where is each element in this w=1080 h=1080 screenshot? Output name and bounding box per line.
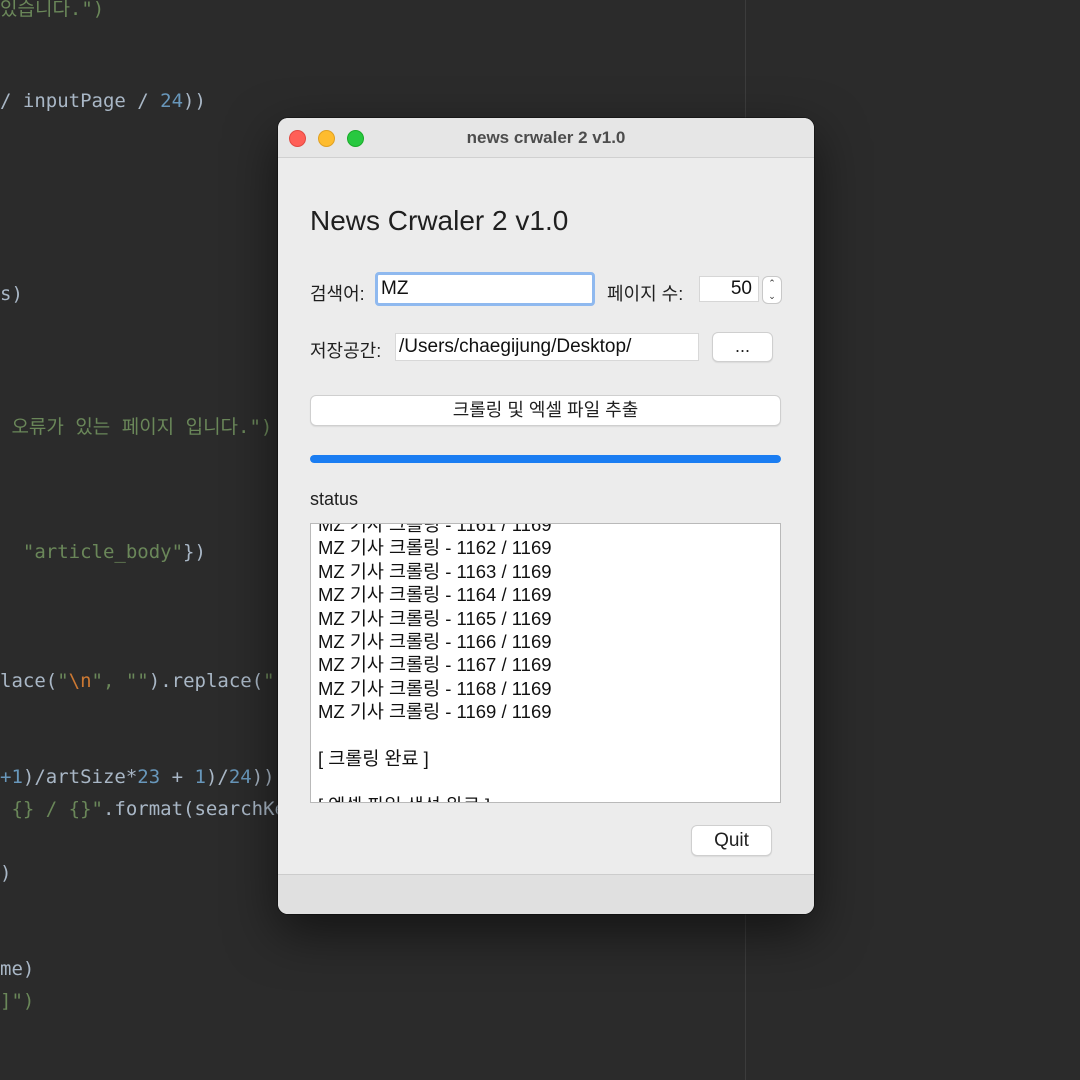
code-token: / inputPage / bbox=[0, 90, 161, 112]
search-input[interactable]: MZ bbox=[375, 272, 595, 306]
page-count-input[interactable]: 50 bbox=[699, 276, 759, 302]
code-token: \n bbox=[68, 670, 92, 692]
code-token: .format(searchKe bbox=[102, 798, 286, 820]
code-token: )) bbox=[183, 90, 206, 112]
code-token: 24 bbox=[160, 90, 184, 112]
code-token: {} / {}" bbox=[0, 798, 103, 820]
log-line: MZ 기사 크롤링 - 1167 / 1169 bbox=[318, 654, 552, 676]
path-label: 저장공간: bbox=[310, 341, 382, 361]
code-token: ", "" bbox=[91, 670, 149, 692]
code-line: s) bbox=[0, 283, 23, 305]
code-token: 24 bbox=[228, 766, 252, 788]
code-token: "article_body" bbox=[0, 541, 184, 563]
code-token: ) bbox=[0, 862, 12, 884]
quit-button[interactable]: Quit bbox=[691, 825, 772, 856]
code-token: lace( bbox=[0, 670, 58, 692]
chevron-down-icon[interactable]: ⌄ bbox=[763, 290, 781, 303]
app-heading: News Crwaler 2 v1.0 bbox=[310, 205, 569, 236]
log-line: MZ 기사 크롤링 - 1168 / 1169 bbox=[318, 677, 552, 699]
code-token: ]") bbox=[0, 990, 35, 1012]
code-token: }) bbox=[183, 541, 206, 563]
log-line: MZ 기사 크롤링 - 1162 / 1169 bbox=[318, 537, 552, 559]
code-token: me) bbox=[0, 958, 35, 980]
app-window: news crwaler 2 v1.0 News Crwaler 2 v1.0 … bbox=[278, 118, 814, 914]
code-token: )) bbox=[251, 766, 275, 788]
log-line: MZ 기사 크롤링 - 1166 / 1169 bbox=[318, 630, 552, 652]
code-token: " bbox=[57, 670, 69, 692]
code-line: ) bbox=[0, 862, 11, 884]
code-line: {} / {}".format(searchKe bbox=[0, 798, 286, 820]
pages-label: 페이지 수: bbox=[607, 284, 684, 304]
progress-bar bbox=[310, 455, 781, 463]
search-label: 검색어: bbox=[310, 284, 365, 304]
code-line: 오류가 있는 페이지 입니다.") bbox=[0, 412, 272, 439]
status-log-lines: MZ 기사 크롤링 - 1161 / 1169 MZ 기사 크롤링 - 1162 … bbox=[318, 523, 773, 802]
code-token: " bbox=[263, 670, 275, 692]
code-token: 있습니다.") bbox=[0, 0, 105, 20]
code-token: 23 bbox=[137, 766, 161, 788]
code-line: 있습니다.") bbox=[0, 0, 104, 21]
code-line: "article_body"}) bbox=[0, 541, 206, 563]
status-log[interactable]: MZ 기사 크롤링 - 1161 / 1169 MZ 기사 크롤링 - 1162 … bbox=[310, 523, 781, 803]
code-token: )/ bbox=[205, 766, 229, 788]
log-line: MZ 기사 크롤링 - 1165 / 1169 bbox=[318, 607, 552, 629]
code-line: me) bbox=[0, 958, 34, 980]
code-line: ]") bbox=[0, 990, 34, 1012]
code-token: 1 bbox=[194, 766, 206, 788]
window-bottom-bar bbox=[278, 874, 814, 914]
log-line: [ 크롤링 완료 ] bbox=[318, 747, 429, 769]
log-line: MZ 기사 크롤링 - 1161 / 1169 bbox=[318, 523, 552, 535]
page-count-stepper[interactable]: ⌃ ⌄ bbox=[762, 276, 782, 304]
log-line: MZ 기사 크롤링 - 1164 / 1169 bbox=[318, 584, 552, 606]
status-label: status bbox=[310, 489, 359, 509]
progress-fill bbox=[310, 455, 781, 463]
window-title: news crwaler 2 v1.0 bbox=[466, 128, 626, 147]
code-token: s) bbox=[0, 283, 23, 305]
code-token: + bbox=[160, 766, 195, 788]
title-bar[interactable]: news crwaler 2 v1.0 bbox=[278, 118, 814, 158]
log-line: [ 엑셀 파일 생성 완료 ] bbox=[318, 794, 773, 802]
code-line: lace("\n", "").replace(" bbox=[0, 670, 275, 692]
code-token: ).replace( bbox=[148, 670, 264, 692]
window-content: News Crwaler 2 v1.0 검색어: MZ 페이지 수: 50 ⌃ … bbox=[278, 159, 814, 873]
code-line: +1)/artSize*23 + 1)/24)) bbox=[0, 766, 275, 788]
crawl-export-button[interactable]: 크롤링 및 엑셀 파일 추출 bbox=[310, 395, 781, 426]
log-line: MZ 기사 크롤링 - 1163 / 1169 bbox=[318, 560, 552, 582]
code-line: / inputPage / 24)) bbox=[0, 90, 206, 112]
code-token: +1 bbox=[0, 766, 23, 788]
log-line: MZ 기사 크롤링 - 1169 / 1169 bbox=[318, 701, 552, 723]
code-token: )/artSize* bbox=[22, 766, 138, 788]
save-path-field[interactable]: /Users/chaegijung/Desktop/ bbox=[395, 333, 699, 361]
chevron-up-icon[interactable]: ⌃ bbox=[763, 277, 781, 290]
browse-button[interactable]: ... bbox=[712, 332, 773, 362]
code-token: 오류가 있는 페이지 입니다.") bbox=[0, 416, 273, 438]
